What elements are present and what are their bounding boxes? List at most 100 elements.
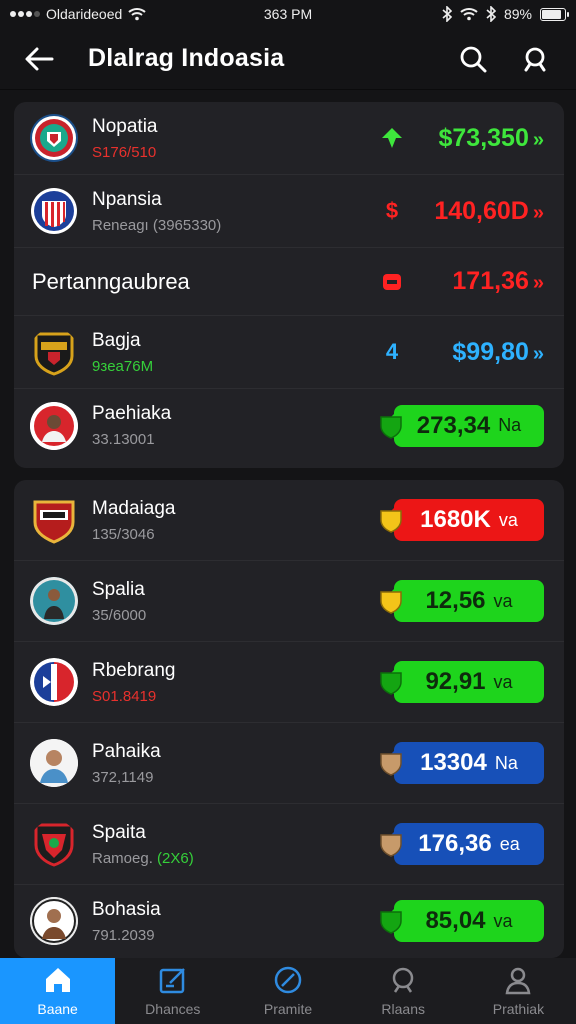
item-value: $73,350»: [426, 124, 545, 153]
battery-fill: [542, 9, 561, 19]
value-pill[interactable]: 12,56 va: [382, 580, 544, 622]
pill-value: 85,04: [425, 907, 486, 934]
pill-value: 273,34: [416, 411, 491, 439]
item-subtext-highlight: (2X6): [157, 849, 194, 867]
item-name: Npansia: [92, 188, 162, 210]
value-pill[interactable]: 273,34 Na: [382, 404, 544, 447]
section-title: Pertanngaubrea: [32, 268, 190, 294]
list-item[interactable]: Spalia 35/6000 12,56 va: [14, 561, 564, 642]
shield-icon: [380, 753, 402, 776]
bluetooth-icon: [442, 6, 452, 22]
record-icon: [380, 270, 404, 294]
list-item[interactable]: Npansia Reneagı (3965330) $ 140,60D»: [14, 175, 564, 248]
back-arrow-icon[interactable]: [18, 38, 60, 80]
item-name: Rbebrang: [92, 659, 176, 681]
item-value: $99,80»: [426, 338, 544, 367]
item-value-text: $99,80: [452, 337, 529, 366]
item-subtext: 372,1149: [92, 768, 154, 786]
item-name: Spaita: [92, 821, 146, 843]
shield-icon: [380, 510, 402, 533]
item-subtext: 791.2039: [92, 926, 155, 944]
item-value: 140,60D»: [426, 197, 544, 226]
bottom-nav: Baane Dhances Pramite Rlaans Prathiak: [0, 958, 576, 1024]
pill-unit: va: [493, 910, 513, 931]
up-arrow-icon: [380, 126, 404, 150]
team-badge-avatar: [30, 496, 78, 544]
item-subtext: S01.8419: [92, 687, 157, 705]
list-item[interactable]: Rbebrang S01.8419 92,91 va: [14, 642, 564, 723]
item-value-suffix: »: [532, 272, 544, 294]
pill-unit: Na: [498, 415, 522, 435]
pill-unit: Na: [494, 752, 518, 773]
item-value-text: 171,36: [452, 267, 529, 295]
item-subtext: 135/3046: [92, 525, 155, 543]
profile-icon: [505, 967, 531, 995]
battery-percent: 89%: [503, 6, 532, 22]
pill-unit: va: [493, 590, 513, 611]
list-item[interactable]: Bagja 9зea76M 4 $99,80»: [14, 316, 564, 389]
team-badge-avatar: [30, 187, 78, 235]
app-header: Dlalrag Indoasia: [0, 28, 576, 90]
search-icon: [524, 47, 546, 71]
player-avatar: [30, 739, 78, 787]
list-item[interactable]: Madaiaga 135/3046 1680K va: [14, 480, 564, 561]
list-item[interactable]: Nopatia S176/510 $73,350»: [14, 102, 564, 175]
shield-icon: [380, 834, 402, 857]
item-subtext: Ramoeg. (2X6): [92, 850, 394, 867]
team-badge-avatar: [30, 658, 78, 706]
bluetooth-icon: [486, 6, 496, 22]
item-subtext: S176/510: [92, 143, 157, 161]
top-list-card: Nopatia S176/510 $73,350» Npansia Reneag…: [14, 102, 564, 468]
pill-value: 176,36: [418, 830, 492, 857]
search-button[interactable]: [450, 36, 496, 82]
pill-value: 13304: [420, 749, 487, 776]
nav-item-edit[interactable]: Dhances: [115, 958, 230, 1024]
shield-icon: [380, 415, 402, 439]
item-name: Nopatia: [92, 115, 158, 137]
pill-unit: va: [498, 509, 518, 530]
list-item[interactable]: Bohasia 791.2039 85,04 va: [14, 885, 564, 957]
alt-search-button[interactable]: [512, 36, 558, 82]
player-avatar: [30, 401, 78, 450]
list-item[interactable]: Pahaika 372,1149 13304 Na: [14, 723, 564, 804]
item-subtext: 35/6000: [92, 606, 147, 624]
item-name: Bagja: [92, 329, 141, 351]
list-item[interactable]: Spaita Ramoeg. (2X6) 176,36 ea: [14, 804, 564, 885]
value-pill[interactable]: 85,04 va: [382, 900, 544, 942]
value-pill[interactable]: 13304 Na: [382, 742, 544, 784]
compass-icon: [274, 966, 302, 994]
nav-item-home[interactable]: Baane: [0, 958, 116, 1024]
home-icon: [45, 968, 70, 992]
pill-unit: va: [493, 671, 513, 692]
item-value-text: 140,60D: [434, 196, 529, 225]
battery-icon: [540, 7, 569, 21]
dollar-icon: $: [385, 198, 399, 223]
status-time: 363 PM: [263, 6, 313, 22]
value-pill[interactable]: 176,36 ea: [382, 823, 544, 865]
nav-label: Dhances: [145, 1001, 201, 1017]
shield-icon: [380, 591, 402, 614]
player-avatar: [30, 577, 78, 625]
nav-label: Pramite: [263, 1001, 313, 1017]
nav-item-profile[interactable]: Prathiak: [461, 958, 576, 1024]
value-pill[interactable]: 92,91 va: [382, 661, 544, 703]
number-four-icon: 4: [385, 339, 399, 364]
value-pill[interactable]: 1680K va: [382, 499, 544, 541]
item-value-suffix: »: [532, 128, 544, 151]
item-name: Pahaika: [92, 740, 161, 762]
shield-icon: [380, 672, 402, 695]
pill-unit: ea: [499, 833, 520, 854]
pill-value: 12,56: [425, 587, 486, 614]
item-value-suffix: »: [532, 201, 544, 224]
list-item[interactable]: Paehiaka 33.13001 273,34 Na: [14, 389, 564, 462]
nav-item-search[interactable]: Rlaans: [346, 958, 461, 1024]
status-bar: Oldarideoed 363 PM 89%: [0, 0, 576, 28]
item-name: Madaiaga: [92, 497, 176, 519]
item-name: Spalia: [92, 578, 145, 600]
item-subtext: 33.13001: [92, 431, 155, 448]
nav-item-compass[interactable]: Pramite: [230, 958, 345, 1024]
section-header-row[interactable]: Pertanngaubrea 171,36»: [14, 248, 564, 316]
team-badge-avatar: [30, 328, 78, 376]
pill-value: 92,91: [425, 668, 486, 695]
item-value-suffix: »: [532, 342, 544, 365]
